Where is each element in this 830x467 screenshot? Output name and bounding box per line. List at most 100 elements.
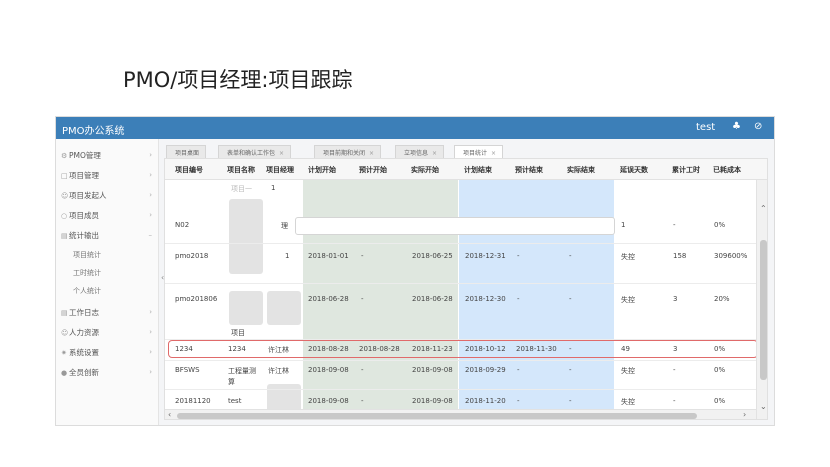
scroll-up-icon[interactable]: ⌃ [760,204,767,213]
header-total-hours[interactable]: 累计工时 [672,165,700,175]
tab-project-info[interactable]: 立项信息 × [395,145,445,158]
sidebar-item-label: 工作日志 [69,308,99,317]
row-cell: - [569,252,572,260]
row-cell: - [517,252,520,260]
tab-label: 项目桌面 [175,150,200,157]
tab-project-close[interactable]: 项目前期和关闭 × [314,145,382,158]
header-actual-end[interactable]: 实际结束 [567,165,595,175]
vertical-scrollbar[interactable]: ⌃ ⌄ [756,180,767,419]
row-cell: 工程量测算 [228,367,256,386]
row-cell: - [361,252,364,260]
row-cell: - [517,397,520,405]
table-header: 项目编号 项目名称 项目经理 计划开始 预计开始 实际开始 计划结束 预计结束 … [165,159,767,180]
row-cell: - [673,366,676,374]
sidebar-item-sponsor[interactable]: ☺项目发起人 [61,190,107,201]
close-icon[interactable]: × [369,150,374,157]
folder-icon: □ [61,172,68,180]
row-cell: 309600% [714,252,748,260]
scroll-right-icon[interactable]: › [743,410,746,419]
header-delay-days[interactable]: 延误天数 [620,165,648,175]
chevron-right-icon: › [149,368,152,376]
top-bar: PMO办公系统 test ♣ ⊘ [56,117,774,139]
header-project-name[interactable]: 项目名称 [227,165,255,175]
chart-icon: ▤ [61,232,68,240]
row-cell: 20181120 [175,397,211,405]
row-cell: 2018-09-08 [412,366,453,374]
tab-label: 表单和确认工作包 [227,150,276,157]
sidebar-item-innovation[interactable]: ● 全员创新 [61,367,99,378]
horizontal-scrollbar[interactable]: ‹ › [165,409,756,419]
row-divider [165,389,767,390]
shirt-icon[interactable]: ♣ [732,121,741,132]
header-expected-start[interactable]: 预计开始 [359,165,387,175]
tab-project-stats[interactable]: 项目统计 × [454,145,504,158]
header-actual-start[interactable]: 实际开始 [411,165,439,175]
scrollbar-thumb[interactable] [177,413,697,419]
power-icon[interactable]: ⊘ [754,121,762,132]
user-name[interactable]: test [696,122,715,133]
sidebar-subitem-personal-stats[interactable]: 个人统计 [73,286,101,296]
scrollbar-thumb[interactable] [760,240,767,380]
sidebar-item-worklog[interactable]: ▤工作日志 [61,307,99,318]
sidebar: ⚙ PMO管理 › □项目管理 › ☺项目发起人 › ○ 项目成员 › ▤统计输出 … [56,139,159,425]
sidebar-item-label: 统计输出 [69,231,99,240]
people-icon: ☺ [61,329,69,337]
sidebar-item-label: 系统设置 [69,348,99,357]
scroll-down-icon[interactable]: ⌄ [760,402,767,411]
popup-overlay [295,217,615,235]
header-plan-start[interactable]: 计划开始 [308,165,336,175]
sidebar-subitem-project-stats[interactable]: 项目统计 [73,250,101,260]
close-icon[interactable]: × [491,150,496,157]
row-divider [165,283,767,284]
sidebar-item-projects[interactable]: □项目管理 [61,170,99,181]
row-cell: 失控 [621,253,635,261]
sidebar-item-hr[interactable]: ☺人力资源 [61,327,99,338]
tab-label: 项目前期和关闭 [323,150,366,157]
row-cell: 失控 [621,367,635,375]
filter-manager-input[interactable]: 1 [271,184,275,192]
header-cost[interactable]: 已耗成本 [713,165,741,175]
sidebar-item-pmo[interactable]: ⚙ PMO管理 [61,150,101,161]
tab-form-workpack[interactable]: 表单和确认工作包 × [218,145,292,158]
header-manager[interactable]: 项目经理 [266,165,294,175]
row-cell: test [228,397,242,405]
row-cell: - [673,221,676,229]
row-cell: 许江林 [268,367,289,375]
row-cell: 158 [673,252,687,260]
row-cell: - [569,366,572,374]
sidebar-item-stats[interactable]: ▤统计输出 [61,230,99,241]
header-project-no[interactable]: 项目编号 [175,165,203,175]
sidebar-item-settings[interactable]: ✷ 系统设置 [61,347,99,358]
row-cell: - [361,397,364,405]
bulb-icon: ● [61,369,68,377]
tab-project-desktop[interactable]: 项目桌面 [166,145,207,158]
tab-label: 项目统计 [463,150,488,157]
app-title: PMO办公系统 [62,126,125,137]
sidebar-item-label: 项目管理 [69,171,99,180]
highlighted-row[interactable] [168,340,758,358]
row-cell: pmo201806 [175,295,218,303]
close-icon[interactable]: × [279,150,284,157]
slide: PMO/项目经理:项目跟踪 PMO办公系统 test ♣ ⊘ ⚙ PMO管理 › … [0,0,830,467]
scroll-left-icon[interactable]: ‹ [168,410,171,419]
row-cell: - [361,295,364,303]
row-cell: 2018-09-29 [465,366,506,374]
row-cell: 2018-06-25 [412,252,453,260]
log-icon: ▤ [61,309,68,317]
row-cell: 2018-11-20 [465,397,506,405]
close-icon[interactable]: × [432,150,437,157]
row-cell: 理 [281,222,288,230]
gear-icon: ⚙ [61,152,68,160]
sidebar-item-label: 全员创新 [69,368,99,377]
row-cell: - [517,295,520,303]
row-cell: 项目 [231,329,245,337]
filter-name-input[interactable]: 项目一 [231,184,252,194]
sidebar-subitem-hour-stats[interactable]: 工时统计 [73,268,101,278]
row-cell: - [673,397,676,405]
sidebar-item-members[interactable]: ○ 项目成员 [61,210,99,221]
header-expected-end[interactable]: 预计结束 [515,165,543,175]
blurred-cell [229,291,263,325]
row-cell: - [361,366,364,374]
row-cell: pmo2018 [175,252,209,260]
header-plan-end[interactable]: 计划结束 [464,165,492,175]
